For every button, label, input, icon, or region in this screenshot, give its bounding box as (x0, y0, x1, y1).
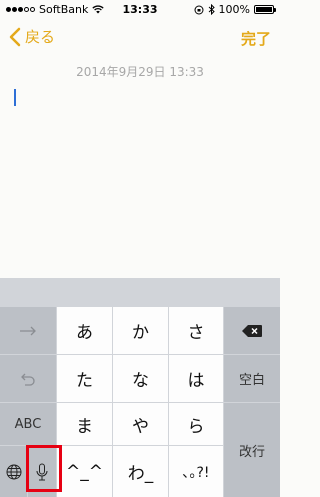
note-text-area[interactable] (0, 82, 280, 278)
key-sa[interactable]: さ (169, 307, 223, 354)
back-label: 戻る (25, 28, 56, 46)
bluetooth-icon (208, 4, 215, 15)
back-button[interactable]: 戻る (8, 26, 55, 47)
key-ta[interactable]: た (57, 355, 112, 402)
key-ma[interactable]: ま (57, 403, 112, 445)
abc-key[interactable]: ABC (0, 403, 56, 445)
battery-percent: 100% (218, 3, 250, 16)
nav-bar: 戻る 完了 (0, 18, 280, 58)
delete-key[interactable] (224, 307, 280, 354)
rotation-lock-icon (194, 5, 204, 14)
note-date: 2014年9月29日 13:33 (76, 65, 204, 79)
microphone-key[interactable] (28, 446, 56, 497)
status-right-group: 100% (194, 3, 276, 16)
key-ra[interactable]: ら (169, 403, 223, 445)
text-cursor (14, 89, 16, 106)
globe-icon (6, 464, 21, 479)
key-ya[interactable]: や (113, 403, 168, 445)
globe-key[interactable] (0, 446, 27, 497)
key-punctuation[interactable]: ､｡?! (169, 446, 223, 497)
space-key[interactable]: 空白 (224, 355, 280, 402)
undo-icon (21, 373, 35, 386)
return-key[interactable]: 改行 (224, 403, 280, 497)
chevron-left-icon (9, 27, 21, 46)
status-bar: SoftBank 13:33 100% (0, 0, 280, 18)
done-button[interactable]: 完了 (241, 28, 271, 49)
backspace-icon (242, 324, 262, 337)
microphone-icon (36, 463, 48, 480)
battery-fill (256, 7, 272, 12)
key-wa[interactable]: わ_ (113, 446, 168, 497)
key-ka[interactable]: か (113, 307, 168, 354)
arrow-right-icon (20, 326, 36, 335)
key-a[interactable]: あ (57, 307, 112, 354)
undo-key[interactable] (0, 355, 56, 402)
battery-icon (254, 5, 276, 14)
key-emoticon[interactable]: ^_^ (57, 446, 112, 497)
key-ha[interactable]: は (169, 355, 223, 402)
arrow-right-key[interactable] (0, 307, 56, 354)
key-na[interactable]: な (113, 355, 168, 402)
